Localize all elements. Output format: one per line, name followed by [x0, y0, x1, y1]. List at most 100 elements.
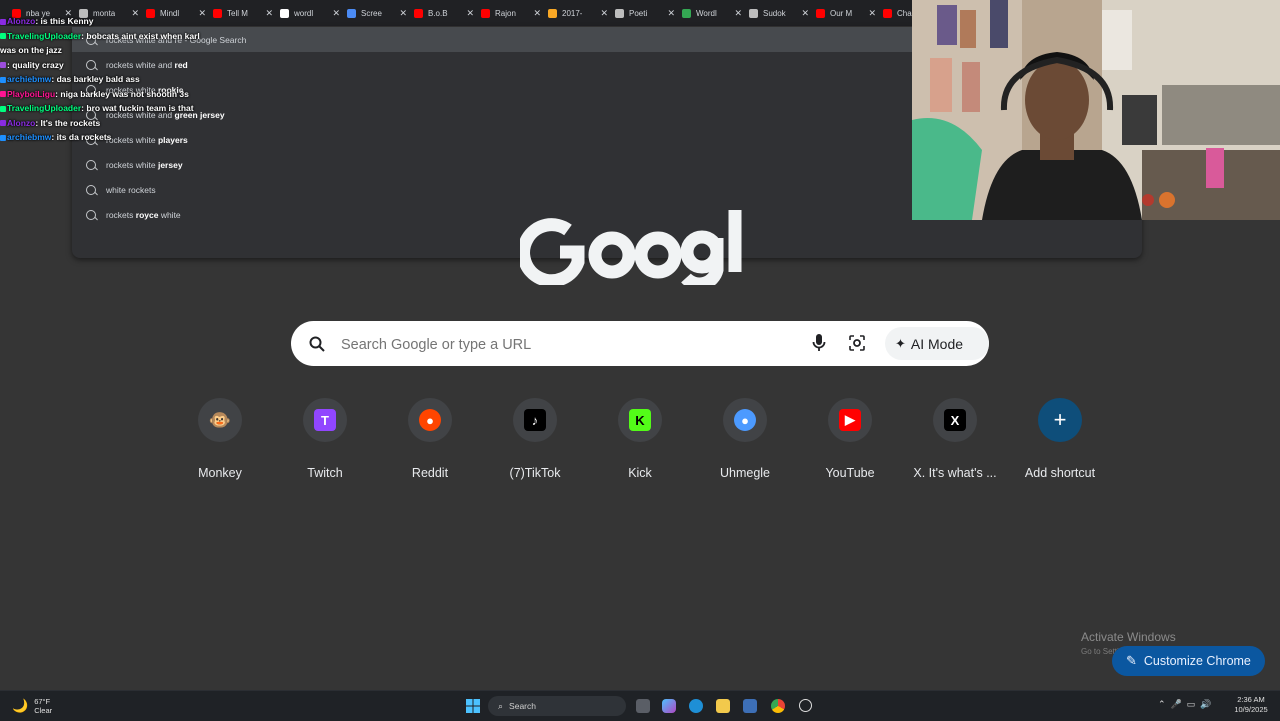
shortcut-icon-circle: K — [618, 398, 662, 442]
shortcut-icon-circle: 🐵 — [198, 398, 242, 442]
tab-close-icon[interactable]: ✕ — [466, 8, 474, 19]
chat-message: Alonzo: is this Kenny — [0, 14, 240, 29]
tab-favicon-icon — [883, 8, 892, 18]
browser-tab[interactable]: Our M ✕ — [816, 4, 876, 22]
tab-close-icon[interactable]: ✕ — [667, 8, 675, 19]
shortcut-tile[interactable]: ● Uhmegle — [700, 398, 790, 480]
weather-condition: Clear — [34, 706, 53, 715]
tab-close-icon[interactable]: ✕ — [533, 8, 541, 19]
shortcut-icon-circle: ● — [408, 398, 452, 442]
microphone-icon[interactable] — [812, 333, 826, 358]
tab-favicon-icon — [816, 8, 825, 18]
search-icon — [86, 159, 96, 170]
tab-close-icon[interactable]: ✕ — [332, 8, 340, 19]
browser-tab[interactable]: wordl ✕ — [280, 4, 340, 22]
taskbar-search-label: Search — [509, 701, 536, 711]
windows-start-icon[interactable] — [466, 699, 480, 713]
tab-title: Rajon — [495, 8, 516, 18]
shortcut-icon-circle: T — [303, 398, 347, 442]
tab-favicon-icon — [280, 8, 289, 18]
browser-tab[interactable]: Rajon ✕ — [481, 4, 541, 22]
camera-lens-icon[interactable] — [848, 334, 866, 357]
search-input[interactable] — [339, 330, 793, 359]
shortcut-tile[interactable]: X X. It's what's ... — [910, 398, 1000, 480]
shortcut-logo-icon: ● — [734, 409, 756, 431]
tab-favicon-icon — [682, 8, 691, 18]
clock[interactable]: 2:36 AM 10/9/2025 — [1226, 695, 1276, 715]
chat-username: archiebmw — [7, 74, 52, 84]
shortcut-tile[interactable]: ▶ YouTube — [805, 398, 895, 480]
browser-tab[interactable]: Scree ✕ — [347, 4, 407, 22]
chat-text: das barkley bald ass — [56, 74, 140, 84]
suggestion-text: rockets royce white — [106, 210, 181, 220]
customize-chrome-button[interactable]: ✎ Customize Chrome — [1112, 646, 1265, 676]
ai-mode-button[interactable]: ✦ AI Mode — [885, 327, 989, 360]
suggestion-text: rockets white jersey — [106, 160, 183, 170]
shortcut-tile[interactable]: T Twitch — [280, 398, 370, 480]
chrome-icon[interactable] — [771, 699, 785, 713]
shortcut-logo-icon: + — [1053, 407, 1067, 432]
tab-close-icon[interactable]: ✕ — [265, 8, 273, 19]
weather-widget[interactable]: 🌙 67°F Clear — [12, 697, 52, 715]
stream-chat-overlay: Alonzo: is this Kenny TravelingUploader: … — [0, 14, 240, 145]
tab-close-icon[interactable]: ✕ — [868, 8, 876, 19]
copilot-icon[interactable] — [662, 699, 676, 713]
tab-title: B.o.B — [428, 8, 448, 18]
edge-icon[interactable] — [689, 699, 703, 713]
chat-badge-icon — [0, 134, 6, 141]
webcam-overlay — [912, 0, 1280, 220]
shortcut-logo-icon: T — [314, 409, 336, 431]
browser-tab[interactable]: Sudok ✕ — [749, 4, 809, 22]
tab-favicon-icon — [347, 8, 356, 18]
search-icon — [86, 184, 96, 195]
tab-close-icon[interactable]: ✕ — [734, 8, 742, 19]
shortcut-tile[interactable]: + Add shortcut — [1015, 398, 1105, 480]
browser-tab[interactable]: Wordl ✕ — [682, 4, 742, 22]
shortcut-icon-circle: ♪ — [513, 398, 557, 442]
shortcut-label: Add shortcut — [1024, 466, 1096, 480]
shortcut-tile[interactable]: 🐵 Monkey — [175, 398, 265, 480]
browser-tab[interactable]: Poeti ✕ — [615, 4, 675, 22]
tab-close-icon[interactable]: ✕ — [399, 8, 407, 19]
system-tray[interactable]: ⌃ 🎤 ▭ 🔊 — [1158, 699, 1211, 710]
file-explorer-icon[interactable] — [716, 699, 730, 713]
chat-message: archiebmw: das barkley bald ass — [0, 72, 240, 87]
chat-text: It's the rockets — [40, 117, 101, 128]
shortcut-icon-circle: X — [933, 398, 977, 442]
chat-username: TravelingUploader — [7, 103, 82, 113]
chat-badge-icon — [0, 76, 6, 83]
suggestion-completion: royce — [135, 209, 159, 220]
shortcut-tile[interactable]: K Kick — [595, 398, 685, 480]
tab-close-icon[interactable]: ✕ — [801, 8, 809, 19]
tab-title: wordl — [294, 8, 314, 18]
obs-icon[interactable] — [799, 699, 812, 712]
search-box[interactable]: ✦ AI Mode — [291, 321, 989, 366]
chat-badge-icon — [0, 62, 6, 69]
suggestion-prefix: rockets white — [106, 159, 158, 170]
shortcut-tile[interactable]: ● Reddit — [385, 398, 475, 480]
task-view-icon[interactable] — [636, 699, 650, 713]
chat-badge-icon — [0, 33, 6, 40]
shortcut-logo-icon: ▶ — [839, 409, 861, 431]
ai-mode-label: AI Mode — [910, 335, 964, 352]
chat-message: TravelingUploader: bobcats aint exist wh… — [0, 29, 210, 58]
shortcut-label: X. It's what's ... — [913, 466, 997, 480]
taskbar-search[interactable]: ⌕ Search — [488, 696, 626, 716]
shortcut-label: YouTube — [825, 466, 875, 480]
chat-text: its da rockets — [56, 132, 112, 142]
shortcut-logo-icon: X — [944, 409, 966, 431]
store-icon[interactable] — [743, 699, 757, 713]
shortcut-tile[interactable]: ♪ (7)TikTok — [490, 398, 580, 480]
chat-username: PlayboiLigu — [7, 88, 56, 99]
chat-text: bro wat fuckin team is that — [86, 103, 194, 113]
tab-favicon-icon — [481, 8, 490, 18]
chat-badge-icon — [0, 18, 6, 25]
clock-time: 2:36 AM — [1237, 695, 1265, 704]
tab-close-icon[interactable]: ✕ — [600, 8, 608, 19]
shortcut-logo-icon: K — [629, 409, 651, 431]
browser-tab[interactable]: B.o.B ✕ — [414, 4, 474, 22]
browser-tab[interactable]: 2017- ✕ — [548, 4, 608, 22]
tab-title: Sudok — [763, 8, 786, 18]
shortcut-icon-circle: ▶ — [828, 398, 872, 442]
search-icon — [86, 209, 96, 220]
